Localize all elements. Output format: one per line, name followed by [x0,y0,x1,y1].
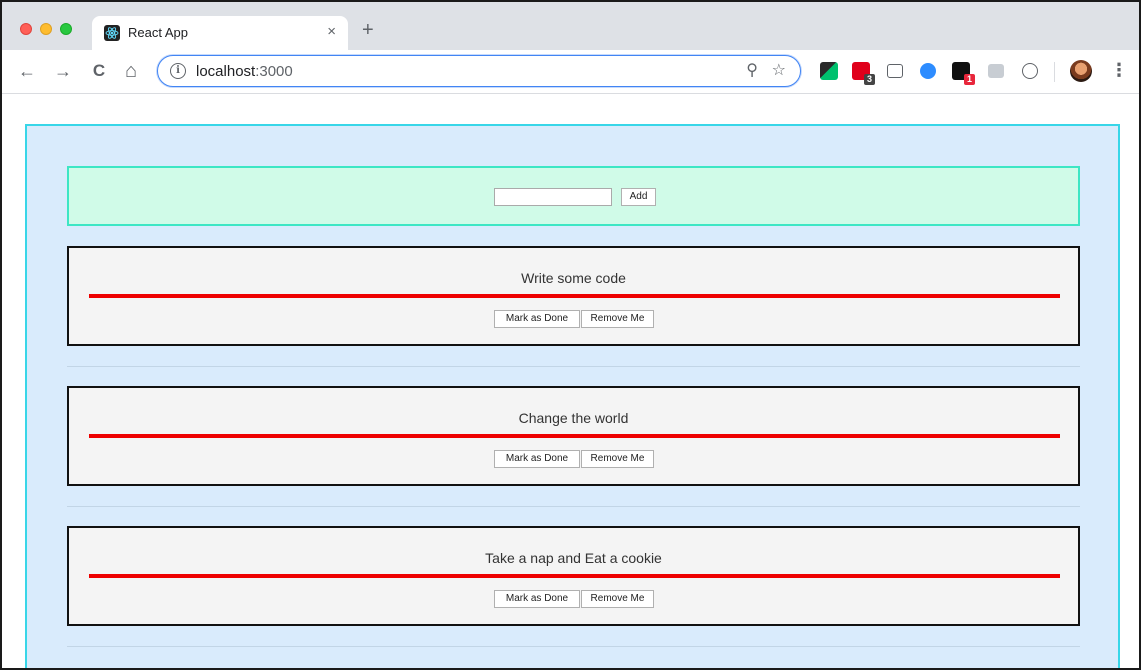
forward-button[interactable]: → [52,59,74,83]
browser-window: React App × + ← → C ⌂ i localhost:3000 ⚲… [0,0,1141,670]
amazon-icon[interactable]: 1 [952,62,975,85]
strikethrough-line [89,434,1060,438]
todo-divider [67,506,1080,507]
site-info-icon[interactable]: i [170,63,186,79]
profile-avatar[interactable] [1070,60,1092,82]
zoom-meetings-icon[interactable] [920,63,936,79]
todo-item: Write some code Mark as Done Remove Me [67,246,1080,346]
add-todo-form: Add [67,166,1080,226]
todo-divider [67,646,1080,647]
todo-item: Change the world Mark as Done Remove Me [67,386,1080,486]
home-button[interactable]: ⌂ [120,59,142,83]
strikethrough-line [89,294,1060,298]
todo-divider [67,366,1080,367]
new-todo-input[interactable] [494,188,612,206]
browser-toolbar: ← → C ⌂ i localhost:3000 ⚲ ☆ 3 1 ⋮ [2,50,1139,94]
back-button[interactable]: ← [16,59,38,83]
mark-done-button[interactable]: Mark as Done [494,310,580,328]
remove-button[interactable]: Remove Me [581,310,654,328]
todo-text: Change the world [518,410,629,426]
react-favicon-icon [104,25,120,41]
zoom-icon[interactable]: ⚲ [746,61,758,81]
maximize-window-button[interactable] [60,23,72,35]
tab-close-icon[interactable]: × [327,23,336,41]
browser-menu-icon[interactable]: ⋮ [1110,58,1128,82]
css-icon[interactable] [988,64,1004,78]
tab-react-app[interactable]: React App × [92,16,348,50]
add-button[interactable]: Add [621,188,656,206]
tab-strip: React App × + [2,2,1139,50]
new-tab-button[interactable]: + [362,20,374,40]
todo-app: Add Write some code Mark as Done Remove … [25,124,1120,668]
reload-button[interactable]: C [88,59,110,83]
todo-text: Write some code [521,270,626,286]
mark-done-button[interactable]: Mark as Done [494,590,580,608]
code-icon[interactable] [1022,63,1038,79]
close-window-button[interactable] [20,23,32,35]
eyedropper-icon[interactable] [820,62,838,80]
strikethrough-line [89,574,1060,578]
minimize-window-button[interactable] [40,23,52,35]
address-bar[interactable]: i localhost:3000 ⚲ ☆ [157,55,801,87]
page-viewport: Add Write some code Mark as Done Remove … [2,95,1139,668]
mark-done-button[interactable]: Mark as Done [494,450,580,468]
cast-icon[interactable] [887,64,903,78]
todo-text: Take a nap and Eat a cookie [485,550,662,566]
todo-item: Take a nap and Eat a cookie Mark as Done… [67,526,1080,626]
todoist-icon[interactable]: 3 [852,62,875,85]
remove-button[interactable]: Remove Me [581,450,654,468]
tab-title: React App [128,25,188,40]
bookmark-star-icon[interactable]: ☆ [772,61,786,81]
remove-button[interactable]: Remove Me [581,590,654,608]
toolbar-divider [1054,62,1055,82]
url-text[interactable]: localhost:3000 [196,63,293,81]
